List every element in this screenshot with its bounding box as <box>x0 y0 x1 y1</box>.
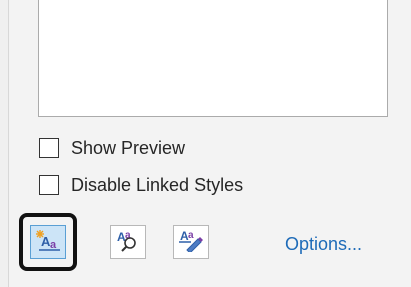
manage-styles-icon: A a <box>178 228 204 257</box>
disable-linked-styles-label: Disable Linked Styles <box>71 174 244 195</box>
manage-styles-button[interactable]: A a <box>170 222 212 262</box>
new-style-button[interactable]: A a <box>19 213 77 271</box>
options-link[interactable]: Options... <box>285 234 362 255</box>
style-inspector-button[interactable]: A a <box>107 222 149 262</box>
svg-text:a: a <box>188 230 194 241</box>
pane-edge <box>0 0 9 287</box>
style-inspector-icon: A a <box>115 228 141 257</box>
show-preview-checkbox[interactable] <box>39 138 59 158</box>
svg-text:a: a <box>50 239 57 251</box>
show-preview-option[interactable]: Show Preview <box>39 135 185 161</box>
disable-linked-styles-checkbox[interactable] <box>39 175 59 195</box>
styles-list-box[interactable] <box>38 0 388 117</box>
new-style-icon: A a <box>35 229 61 256</box>
styles-pane: Show Preview Disable Linked Styles A a A… <box>0 0 411 287</box>
disable-linked-styles-option[interactable]: Disable Linked Styles <box>39 172 243 198</box>
show-preview-label: Show Preview <box>71 137 186 158</box>
